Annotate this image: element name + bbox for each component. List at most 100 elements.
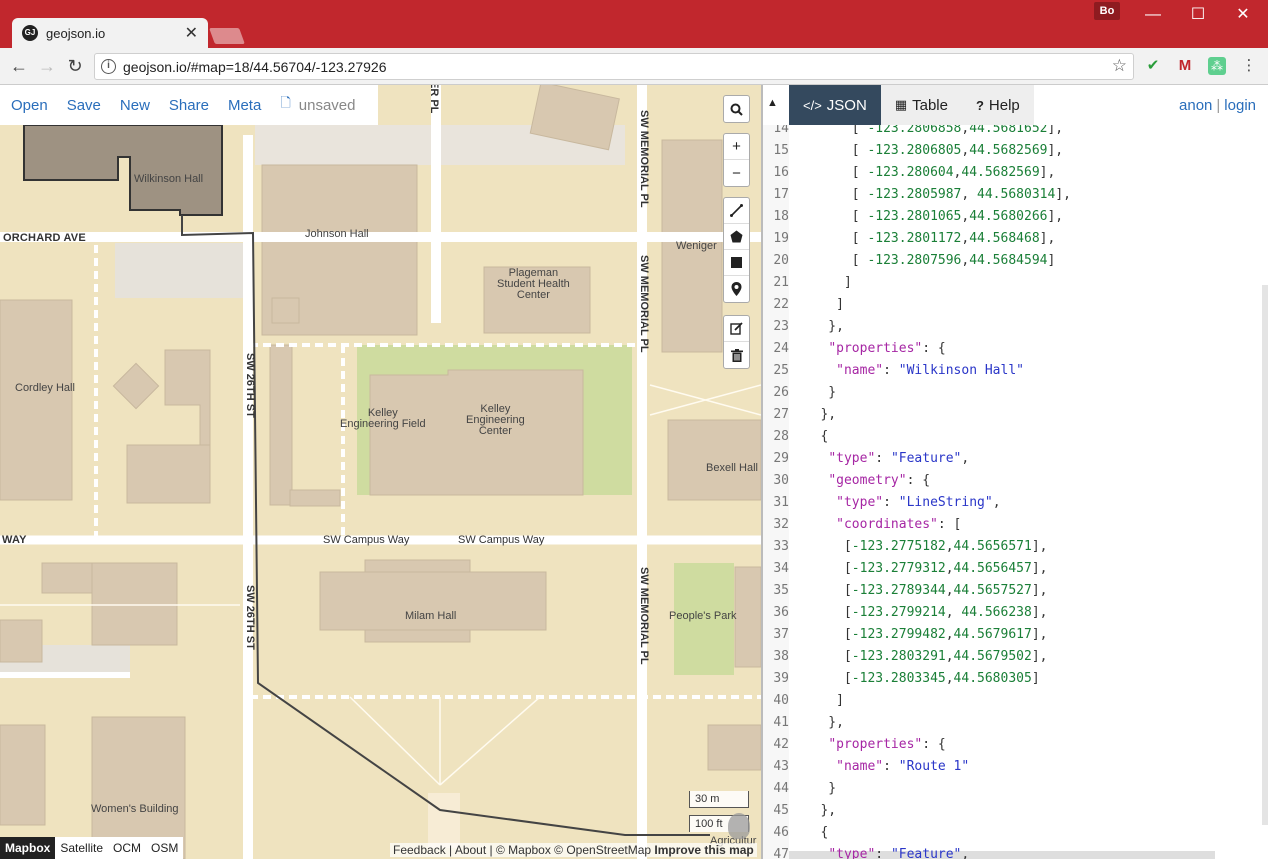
info-icon[interactable]: i <box>101 59 116 74</box>
question-icon: ? <box>975 97 984 113</box>
code-line[interactable]: 45 }, <box>763 800 836 822</box>
minimize-icon[interactable]: — <box>1138 4 1168 26</box>
menu-share[interactable]: Share <box>169 97 209 114</box>
code-line[interactable]: 36 [-123.2799214, 44.566238], <box>763 602 1047 624</box>
locate-marker-icon[interactable] <box>728 813 750 839</box>
menu-open[interactable]: Open <box>11 97 48 114</box>
line-number: 34 <box>773 561 789 576</box>
basemap-satellite[interactable]: Satellite <box>55 837 108 859</box>
trash-icon[interactable] <box>724 342 749 368</box>
tab-help[interactable]: ? Help <box>961 85 1034 125</box>
code-line[interactable]: 34 [-123.2779312,44.5656457], <box>763 558 1047 580</box>
code-line[interactable]: 24 "properties": { <box>763 338 945 360</box>
line-text: "coordinates": [ <box>836 517 962 532</box>
code-line[interactable]: 35 [-123.2789344,44.5657527], <box>763 580 1047 602</box>
line-text: [ -123.2807596,44.5684594] <box>797 253 1056 268</box>
draw-line-icon[interactable] <box>724 198 749 224</box>
basemap-ocm[interactable]: OCM <box>108 837 146 859</box>
browser-tab[interactable]: GJ geojson.io ✕ <box>12 18 208 48</box>
code-line[interactable]: 44 } <box>763 778 836 800</box>
code-line[interactable]: 40 ] <box>763 690 844 712</box>
code-line[interactable]: 17 [ -123.2805987, 44.5680314], <box>763 184 1071 206</box>
zoom-in-icon[interactable]: + <box>724 134 749 160</box>
code-line[interactable]: 47 "type": "Feature", <box>763 844 969 859</box>
reload-icon[interactable]: ↻ <box>64 55 86 77</box>
tab-json[interactable]: </> JSON <box>789 85 881 125</box>
code-line[interactable]: 28 { <box>763 426 828 448</box>
close-tab-icon[interactable]: ✕ <box>185 23 198 43</box>
code-line[interactable]: 41 }, <box>763 712 844 734</box>
menu-meta[interactable]: Meta <box>228 97 261 114</box>
maximize-icon[interactable]: ☐ <box>1183 4 1213 26</box>
code-line[interactable]: 29 "type": "Feature", <box>763 448 969 470</box>
line-number: 32 <box>773 517 789 532</box>
code-line[interactable]: 16 [ -123.280604,44.5682569], <box>763 162 1055 184</box>
line-text: }, <box>797 319 844 334</box>
code-line[interactable]: 30 "geometry": { <box>763 470 930 492</box>
map-canvas[interactable]: Wilkinson Hall Johnson Hall Plageman Stu… <box>0 85 761 859</box>
line-number: 41 <box>773 715 789 730</box>
new-tab-button[interactable] <box>209 28 245 44</box>
menu-icon[interactable]: ⋮ <box>1240 57 1258 75</box>
code-line[interactable]: 25 "name": "Wilkinson Hall" <box>763 360 1024 382</box>
back-icon[interactable]: ← <box>8 55 30 77</box>
draw-marker-icon[interactable] <box>724 276 749 302</box>
basemap-mapbox[interactable]: Mapbox <box>0 837 56 859</box>
code-line[interactable]: 23 }, <box>763 316 844 338</box>
code-line[interactable]: 14 [ -123.2806858,44.5681652], <box>763 125 1063 140</box>
code-line[interactable]: 21 ] <box>763 272 851 294</box>
code-line[interactable]: 22 ] <box>763 294 844 316</box>
basemap-osm[interactable]: OSM <box>146 837 183 859</box>
code-line[interactable]: 39 [-123.2803345,44.5680305] <box>763 668 1039 690</box>
code-line[interactable]: 15 [ -123.2806805,44.5682569], <box>763 140 1063 162</box>
close-window-icon[interactable]: ✕ <box>1228 4 1258 26</box>
code-line[interactable]: 27 }, <box>763 404 836 426</box>
code-line[interactable]: 42 "properties": { <box>763 734 945 756</box>
line-text: [ -123.280604,44.5682569], <box>797 165 1056 180</box>
attribution-links[interactable]: Feedback | About | © Mapbox © OpenStreet… <box>393 843 651 857</box>
line-text: [-123.2779312,44.5656457], <box>797 561 1048 576</box>
extension-icon[interactable]: ⁂ <box>1208 57 1226 75</box>
code-line[interactable]: 46 { <box>763 822 828 844</box>
line-text: [-123.2803345,44.5680305] <box>797 671 1040 686</box>
map-attribution: Feedback | About | © Mapbox © OpenStreet… <box>390 843 757 857</box>
tab-title: geojson.io <box>46 25 106 41</box>
line-number: 24 <box>773 341 789 356</box>
collapse-pane-icon[interactable]: ▲ <box>767 97 778 109</box>
anon-link[interactable]: anon <box>1179 97 1212 114</box>
code-line[interactable]: 20 [ -123.2807596,44.5684594] <box>763 250 1055 272</box>
line-number: 15 <box>773 143 789 158</box>
label-bexell-hall: Bexell Hall <box>706 462 758 474</box>
star-icon[interactable]: ☆ <box>1112 56 1127 76</box>
draw-rectangle-icon[interactable] <box>724 250 749 276</box>
line-number: 40 <box>773 693 789 708</box>
code-line[interactable]: 43 "name": "Route 1" <box>763 756 969 778</box>
improve-map-link[interactable]: Improve this map <box>654 843 753 857</box>
zoom-out-icon[interactable]: − <box>724 160 749 186</box>
search-icon[interactable] <box>724 96 749 122</box>
url-text[interactable]: geojson.io/#map=18/44.56704/-123.27926 <box>123 59 387 75</box>
login-link[interactable]: login <box>1224 97 1256 114</box>
code-line[interactable]: 31 "type": "LineString", <box>763 492 1000 514</box>
code-line[interactable]: 18 [ -123.2801065,44.5680266], <box>763 206 1063 228</box>
check-icon[interactable]: ✔ <box>1144 57 1162 75</box>
code-line[interactable]: 32 "coordinates": [ <box>763 514 961 536</box>
menu-new[interactable]: New <box>120 97 150 114</box>
profile-badge[interactable]: Bo <box>1094 2 1120 20</box>
line-number: 19 <box>773 231 789 246</box>
json-editor[interactable]: 14 [ -123.2806858,44.5681652], 15 [ -123.… <box>763 125 1268 859</box>
code-line[interactable]: 38 [-123.2803291,44.5679502], <box>763 646 1047 668</box>
address-bar[interactable]: i geojson.io/#map=18/44.56704/-123.27926… <box>94 53 1134 80</box>
code-line[interactable]: 33 [-123.2775182,44.5656571], <box>763 536 1047 558</box>
code-line[interactable]: 26 } <box>763 382 836 404</box>
draw-polygon-icon[interactable] <box>724 224 749 250</box>
line-text: "name": "Route 1" <box>836 759 970 774</box>
editor-scrollbar[interactable] <box>1262 285 1268 825</box>
tab-table[interactable]: ▦ Table <box>880 85 962 125</box>
code-line[interactable]: 37 [-123.2799482,44.5679617], <box>763 624 1047 646</box>
edit-icon[interactable] <box>724 316 749 342</box>
code-line[interactable]: 19 [ -123.2801172,44.568468], <box>763 228 1055 250</box>
menu-save[interactable]: Save <box>67 97 101 114</box>
gmail-icon[interactable]: M <box>1176 57 1194 75</box>
forward-icon[interactable]: → <box>36 55 58 77</box>
